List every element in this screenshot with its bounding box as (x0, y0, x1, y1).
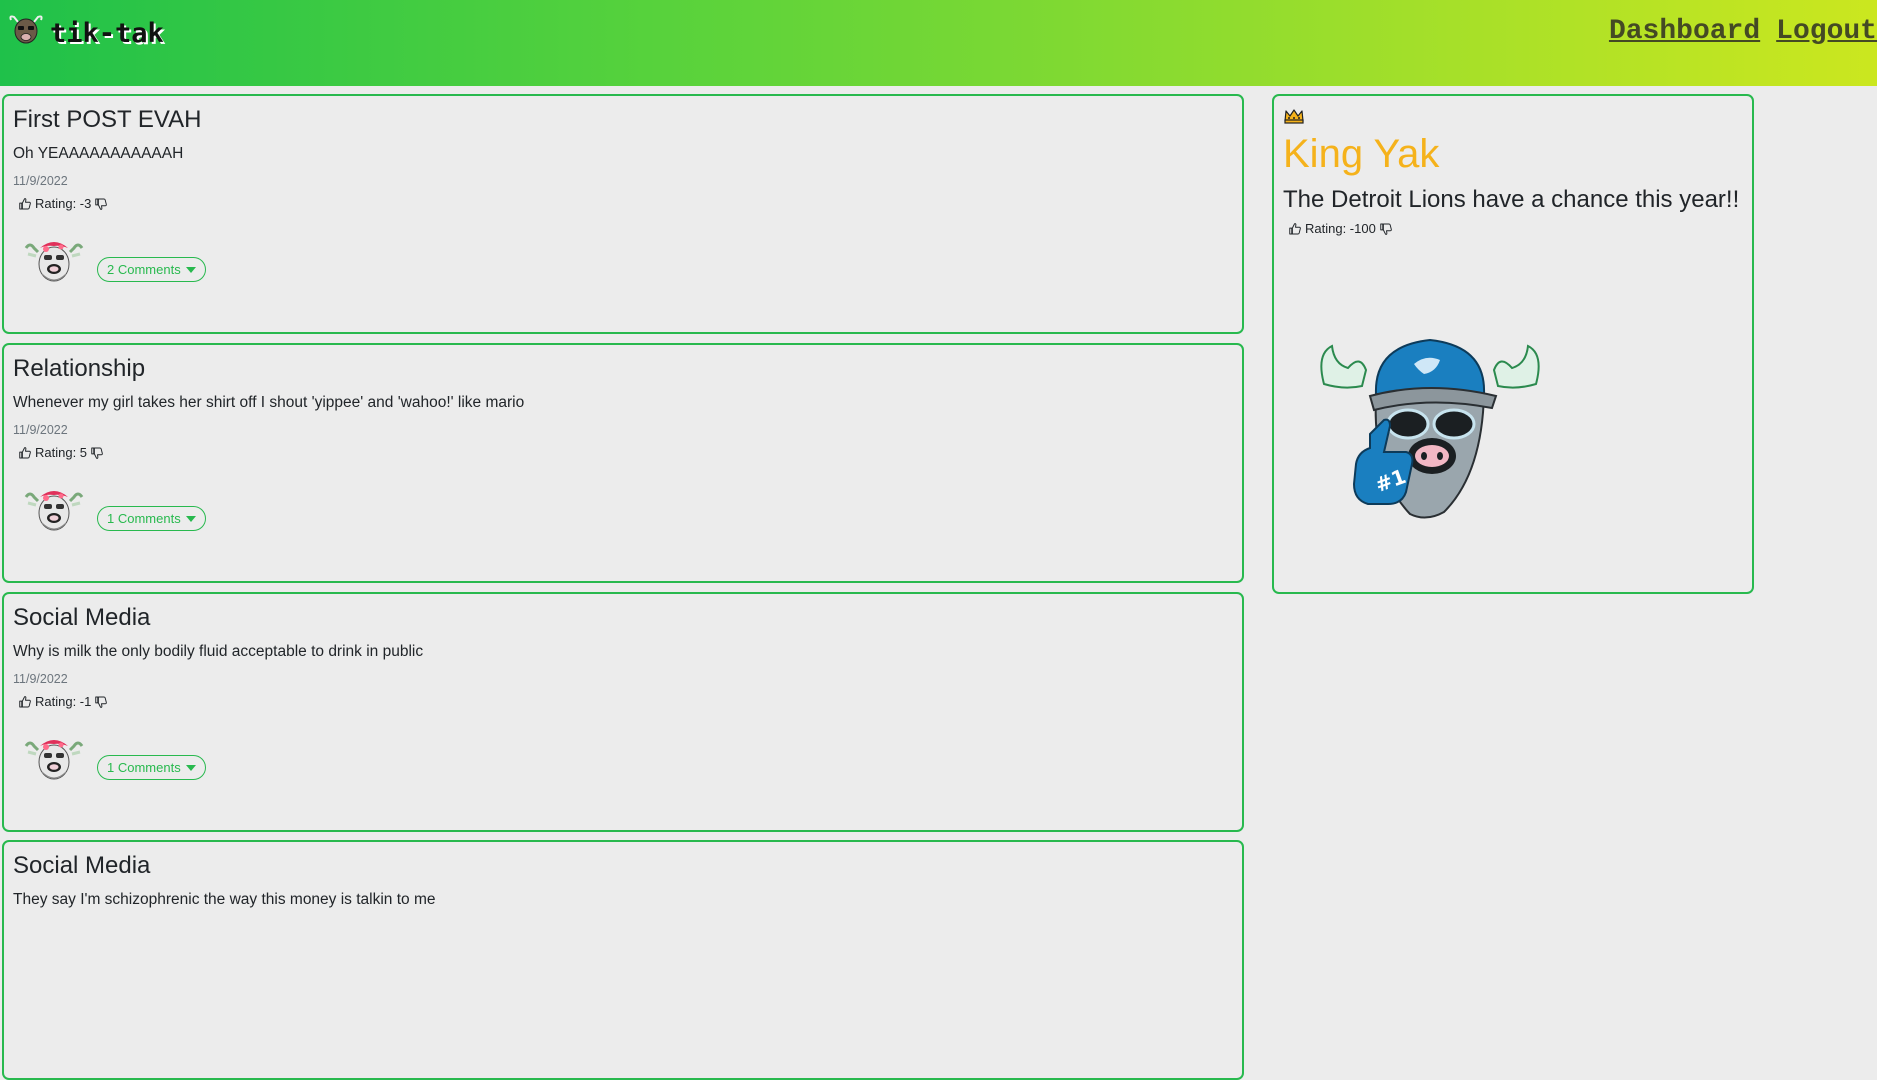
brand-link[interactable]: tik-tak (8, 14, 164, 49)
thumbs-down-icon[interactable] (94, 695, 108, 709)
comments-count: 1 Comments (107, 511, 181, 526)
thumbs-up-icon[interactable] (18, 695, 32, 709)
post-card: Relationship Whenever my girl takes her … (2, 343, 1244, 583)
rating-row: Rating: -100 (1288, 221, 1393, 236)
logout-link[interactable]: Logout (1776, 16, 1877, 47)
comments-toggle-button[interactable]: 2 Comments (97, 257, 206, 282)
caret-down-icon (185, 515, 196, 522)
rating-value: Rating: -100 (1305, 221, 1376, 236)
caret-down-icon (185, 266, 196, 273)
post-title: Social Media (13, 604, 151, 631)
king-yak-title: King Yak (1283, 132, 1440, 176)
post-body: They say I'm schizophrenic the way this … (13, 891, 436, 908)
comments-count: 1 Comments (107, 760, 181, 775)
post-card: Social Media Why is milk the only bodily… (2, 592, 1244, 832)
thumbs-up-icon[interactable] (18, 446, 32, 460)
yak-logo-icon (9, 15, 43, 44)
thumbs-up-icon[interactable] (18, 197, 32, 211)
king-yak-post: The Detroit Lions have a chance this yea… (1283, 186, 1740, 213)
lions-yak-avatar: #1 (1320, 338, 1540, 519)
post-date: 11/9/2022 (13, 423, 68, 437)
dashboard-link[interactable]: Dashboard (1609, 16, 1760, 47)
rating-row: Rating: -1 (18, 694, 108, 709)
post-card: First POST EVAH Oh YEAAAAAAAAAAAH 11/9/2… (2, 94, 1244, 334)
thumbs-down-icon[interactable] (1379, 222, 1393, 236)
thumbs-down-icon[interactable] (90, 446, 104, 460)
comments-count: 2 Comments (107, 262, 181, 277)
yak-avatar (24, 236, 84, 286)
caret-down-icon (185, 764, 196, 771)
yak-avatar (24, 485, 84, 535)
post-date: 11/9/2022 (13, 174, 68, 188)
top-navbar: tik-tak Dashboard Logout (0, 0, 1877, 86)
post-title: Social Media (13, 852, 151, 879)
thumbs-up-icon[interactable] (1288, 222, 1302, 236)
post-title: Relationship (13, 355, 146, 382)
rating-row: Rating: -3 (18, 196, 108, 211)
post-body: Why is milk the only bodily fluid accept… (13, 643, 424, 660)
nav-links: Dashboard Logout (1593, 16, 1877, 47)
thumbs-down-icon[interactable] (94, 197, 108, 211)
king-yak-card: King Yak The Detroit Lions have a chance… (1272, 94, 1754, 594)
rating-value: Rating: 5 (35, 445, 88, 460)
post-card: Social Media They say I'm schizophrenic … (2, 840, 1244, 1080)
post-date: 11/9/2022 (13, 672, 68, 686)
comments-toggle-button[interactable]: 1 Comments (97, 506, 206, 531)
comments-toggle-button[interactable]: 1 Comments (97, 755, 206, 780)
rating-value: Rating: -3 (35, 196, 92, 211)
yak-avatar (24, 734, 84, 784)
crown-icon (1284, 109, 1304, 124)
post-body: Whenever my girl takes her shirt off I s… (13, 394, 525, 411)
rating-value: Rating: -1 (35, 694, 92, 709)
rating-row: Rating: 5 (18, 445, 104, 460)
brand-name: tik-tak (50, 18, 164, 49)
post-title: First POST EVAH (13, 106, 202, 133)
post-body: Oh YEAAAAAAAAAAAH (13, 145, 184, 162)
